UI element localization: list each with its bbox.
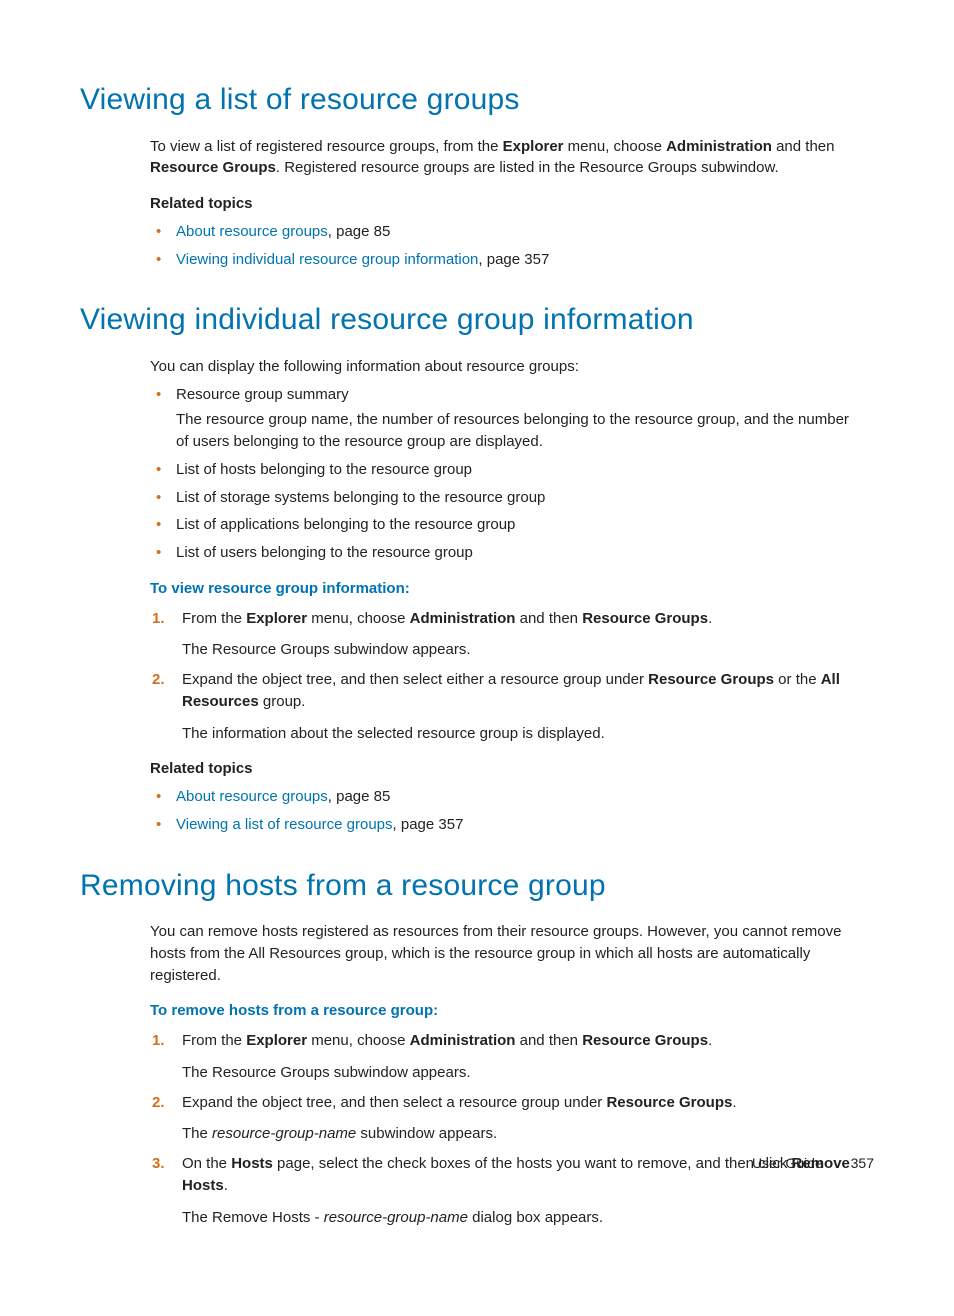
- step-item: Expand the object tree, and then select …: [150, 669, 864, 744]
- info-list: Resource group summary The resource grou…: [150, 384, 864, 564]
- variable-resource-group-name: resource-group-name: [324, 1209, 468, 1226]
- procedure-label: To view resource group information:: [150, 578, 864, 600]
- procedure-steps: From the Explorer menu, choose Administr…: [150, 608, 864, 745]
- section-viewing-individual: Viewing individual resource group inform…: [80, 298, 874, 835]
- section-removing-hosts: Removing hosts from a resource group You…: [80, 864, 874, 1229]
- section-body: You can remove hosts registered as resou…: [150, 921, 864, 1228]
- procedure-steps: From the Explorer menu, choose Administr…: [150, 1030, 864, 1228]
- list-item: Viewing a list of resource groups, page …: [150, 814, 864, 836]
- list-item: List of users belonging to the resource …: [150, 542, 864, 564]
- intro-paragraph: You can display the following informatio…: [150, 356, 864, 378]
- list-item: List of storage systems belonging to the…: [150, 487, 864, 509]
- heading-viewing-individual: Viewing individual resource group inform…: [80, 298, 874, 342]
- list-item: List of applications belonging to the re…: [150, 514, 864, 536]
- intro-paragraph: You can remove hosts registered as resou…: [150, 921, 864, 986]
- page-footer: User Guide 357: [752, 1153, 874, 1173]
- intro-paragraph: To view a list of registered resource gr…: [150, 136, 864, 180]
- link-about-resource-groups[interactable]: About resource groups: [176, 788, 328, 805]
- step-item: From the Explorer menu, choose Administr…: [150, 608, 864, 662]
- related-topics-list: About resource groups, page 85 Viewing a…: [150, 786, 864, 836]
- section-viewing-list: Viewing a list of resource groups To vie…: [80, 78, 874, 270]
- step-item: From the Explorer menu, choose Administr…: [150, 1030, 864, 1084]
- link-about-resource-groups[interactable]: About resource groups: [176, 223, 328, 240]
- link-viewing-individual-rg-info[interactable]: Viewing individual resource group inform…: [176, 251, 478, 268]
- list-item: Viewing individual resource group inform…: [150, 249, 864, 271]
- procedure-label: To remove hosts from a resource group:: [150, 1000, 864, 1022]
- related-topics-label: Related topics: [150, 193, 864, 215]
- list-item: Resource group summary The resource grou…: [150, 384, 864, 453]
- heading-removing-hosts: Removing hosts from a resource group: [80, 864, 874, 908]
- section-body: You can display the following informatio…: [150, 356, 864, 836]
- variable-resource-group-name: resource-group-name: [212, 1125, 356, 1142]
- section-body: To view a list of registered resource gr…: [150, 136, 864, 271]
- footer-label: User Guide: [752, 1155, 823, 1171]
- related-topics-label: Related topics: [150, 758, 864, 780]
- list-item: About resource groups, page 85: [150, 786, 864, 808]
- related-topics-list: About resource groups, page 85 Viewing i…: [150, 221, 864, 271]
- step-item: Expand the object tree, and then select …: [150, 1092, 864, 1146]
- heading-viewing-list: Viewing a list of resource groups: [80, 78, 874, 122]
- list-item: About resource groups, page 85: [150, 221, 864, 243]
- link-viewing-list-resource-groups[interactable]: Viewing a list of resource groups: [176, 816, 393, 833]
- page-number: 357: [851, 1155, 874, 1171]
- list-item: List of hosts belonging to the resource …: [150, 459, 864, 481]
